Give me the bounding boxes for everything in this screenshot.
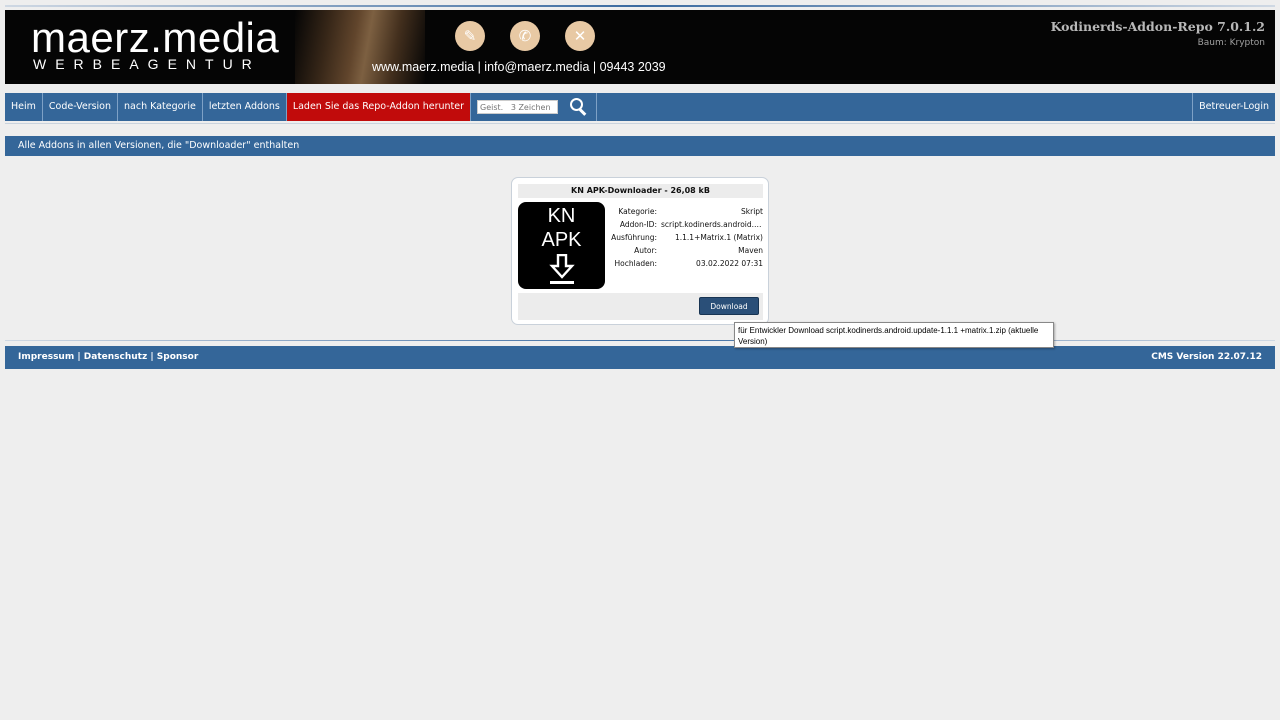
brand-subtitle: WERBEAGENTUR	[33, 56, 261, 72]
info-row-author: Autor: Maven	[608, 244, 763, 257]
info-value: 1.1.1+Matrix.1 (Matrix)	[675, 233, 763, 242]
footer-separator: |	[150, 352, 154, 362]
info-row-uploaded: Hochladen: 03.02.2022 07:31	[608, 257, 763, 270]
nav-code-version[interactable]: Code-Version	[43, 93, 119, 121]
contact-line: www.maerz.media | info@maerz.media | 094…	[372, 60, 666, 74]
page-footer: Impressum | Datenschutz | Sponsor CMS Ve…	[5, 346, 1275, 369]
info-key: Hochladen:	[614, 259, 657, 268]
nav-latest-addons[interactable]: letzten Addons	[203, 93, 287, 121]
info-key: Ausführung:	[611, 233, 657, 242]
repo-branch: Baum: Krypton	[1197, 38, 1265, 48]
nav-maintainer-login[interactable]: Betreuer-Login	[1192, 93, 1275, 121]
results-heading: Alle Addons in allen Versionen, die "Dow…	[5, 136, 1275, 156]
download-button[interactable]: Download	[699, 297, 759, 315]
monitor-icon: ✎	[455, 21, 485, 51]
footer-links: Impressum | Datenschutz | Sponsor	[18, 346, 198, 369]
info-key: Addon-ID:	[619, 220, 657, 229]
nav-divider	[5, 123, 1275, 124]
addon-icon-text-1: KN	[547, 205, 576, 227]
footer-link-datenschutz[interactable]: Datenschutz	[84, 352, 147, 362]
info-key: Kategorie:	[618, 207, 657, 216]
info-key: Autor:	[634, 246, 657, 255]
repo-title: Kodinerds-Addon-Repo 7.0.1.2	[1050, 19, 1265, 34]
info-value: script.kodinerds.android.update	[661, 220, 763, 229]
search-area	[471, 93, 597, 121]
header-banner[interactable]: maerz.media WERBEAGENTUR ✎ ✆ ✕ www.maerz…	[5, 10, 1275, 84]
search-icon[interactable]	[568, 96, 590, 118]
search-input[interactable]	[477, 100, 558, 114]
tools-icon: ✕	[565, 21, 595, 51]
addon-card: KN APK-Downloader - 26,08 kB KN APK Kate…	[511, 177, 769, 325]
nav-by-category[interactable]: nach Kategorie	[118, 93, 203, 121]
addon-icon-text-2: APK	[541, 229, 582, 251]
info-row-addon-id: Addon-ID: script.kodinerds.android.updat…	[608, 218, 763, 231]
download-tooltip: für Entwickler Download script.kodinerds…	[734, 322, 1054, 348]
nav-home[interactable]: Heim	[5, 93, 43, 121]
addon-title: KN APK-Downloader - 26,08 kB	[518, 184, 763, 198]
nav-download-repo[interactable]: Laden Sie das Repo-Addon herunter	[286, 93, 471, 121]
content-divider	[5, 340, 1275, 341]
info-value: Skript	[741, 207, 763, 216]
footer-separator: |	[77, 352, 81, 362]
footer-link-sponsor[interactable]: Sponsor	[157, 352, 199, 362]
info-value: 03.02.2022 07:31	[696, 259, 763, 268]
download-arrow-icon	[549, 254, 575, 284]
megaphone-icon: ✆	[510, 21, 540, 51]
cms-version: CMS Version 22.07.12	[1151, 352, 1262, 362]
info-row-category: Kategorie: Skript	[608, 205, 763, 218]
footer-link-impressum[interactable]: Impressum	[18, 352, 74, 362]
addon-icon: KN APK	[518, 202, 605, 289]
addon-card-footer: Download	[518, 293, 763, 320]
info-value: Maven	[738, 246, 763, 255]
info-row-version: Ausführung: 1.1.1+Matrix.1 (Matrix)	[608, 231, 763, 244]
brand-logo-text: maerz.media	[31, 14, 280, 61]
addon-info-table: Kategorie: Skript Addon-ID: script.kodin…	[608, 205, 763, 270]
top-divider	[5, 5, 1275, 7]
main-navigation: Heim Code-Version nach Kategorie letzten…	[5, 93, 1275, 121]
